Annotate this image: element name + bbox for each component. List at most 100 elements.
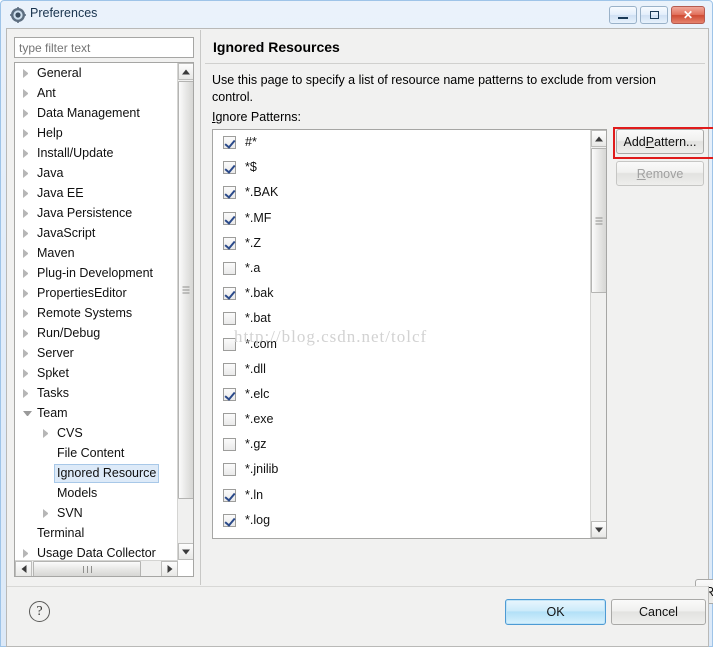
- sidebar-item-server[interactable]: Server: [15, 343, 178, 363]
- sidebar-item-tasks[interactable]: Tasks: [15, 383, 178, 403]
- sidebar-item-ignored-resource[interactable]: Ignored Resource: [15, 463, 178, 483]
- pattern-checkbox[interactable]: [223, 136, 236, 149]
- sidebar-item-maven[interactable]: Maven: [15, 243, 178, 263]
- chevron-right-icon[interactable]: [23, 349, 32, 358]
- add-pattern-button[interactable]: Add Pattern...: [616, 129, 704, 154]
- chevron-down-icon[interactable]: [23, 411, 32, 420]
- chevron-right-icon[interactable]: [43, 509, 52, 518]
- pattern-checkbox[interactable]: [223, 413, 236, 427]
- chevron-right-icon[interactable]: [23, 249, 32, 258]
- title-bar[interactable]: Preferences ✕: [1, 1, 713, 28]
- sidebar-item-java-ee[interactable]: Java EE: [15, 183, 178, 203]
- chevron-right-icon[interactable]: [23, 89, 32, 98]
- cancel-button[interactable]: Cancel: [611, 599, 706, 625]
- pattern-checkbox[interactable]: [223, 211, 236, 225]
- pattern-row[interactable]: *.MF: [213, 206, 591, 231]
- sidebar-item-file-content[interactable]: File Content: [15, 443, 178, 463]
- chevron-right-icon[interactable]: [23, 329, 32, 338]
- pattern-checkbox[interactable]: [223, 362, 236, 376]
- pattern-row[interactable]: *.a: [213, 256, 591, 281]
- tree-vertical-scrollbar[interactable]: [177, 63, 193, 560]
- sidebar-item-plug-in-development[interactable]: Plug-in Development: [15, 263, 178, 283]
- sidebar-item-cvs[interactable]: CVS: [15, 423, 178, 443]
- pattern-row[interactable]: *.gz: [213, 432, 591, 457]
- maximize-button[interactable]: [640, 6, 668, 24]
- chevron-right-icon[interactable]: [23, 369, 32, 378]
- chevron-right-icon[interactable]: [23, 289, 32, 298]
- chevron-right-icon[interactable]: [43, 429, 52, 438]
- tree-hscroll-thumb[interactable]: [33, 561, 141, 576]
- chevron-right-icon[interactable]: [23, 309, 32, 318]
- pattern-row[interactable]: *.exe: [213, 407, 591, 432]
- pattern-checkbox[interactable]: [223, 513, 236, 527]
- pattern-checkbox[interactable]: [223, 337, 236, 351]
- tree-scroll-left-button[interactable]: [15, 561, 32, 576]
- sidebar-item-terminal[interactable]: Terminal: [15, 523, 178, 543]
- pattern-row[interactable]: *.elc: [213, 382, 591, 407]
- filter-input[interactable]: [14, 37, 194, 58]
- tree-scroll-up-button[interactable]: [178, 63, 193, 80]
- pattern-checkbox[interactable]: [223, 312, 236, 326]
- chevron-right-icon[interactable]: [23, 209, 32, 218]
- patterns-scroll-down-button[interactable]: [591, 521, 606, 538]
- sidebar-item-run-debug[interactable]: Run/Debug: [15, 323, 178, 343]
- tree-scroll-down-button[interactable]: [178, 543, 193, 560]
- sidebar-item-javascript[interactable]: JavaScript: [15, 223, 178, 243]
- pattern-row[interactable]: *.Z: [213, 231, 591, 256]
- chevron-right-icon[interactable]: [23, 549, 32, 558]
- pattern-checkbox[interactable]: [223, 463, 236, 477]
- chevron-right-icon[interactable]: [23, 109, 32, 118]
- chevron-right-icon[interactable]: [23, 169, 32, 178]
- pattern-row[interactable]: *.ln: [213, 483, 591, 508]
- pattern-row[interactable]: *.jnilib: [213, 457, 591, 482]
- sidebar-item-remote-systems[interactable]: Remote Systems: [15, 303, 178, 323]
- tree-scroll-right-button[interactable]: [161, 561, 178, 576]
- pattern-row[interactable]: *.dll: [213, 357, 591, 382]
- patterns-scroll-thumb[interactable]: [591, 148, 606, 293]
- sidebar-item-java[interactable]: Java: [15, 163, 178, 183]
- pattern-row[interactable]: *.BAK: [213, 180, 591, 205]
- pattern-checkbox[interactable]: [223, 161, 236, 175]
- pattern-row[interactable]: *$: [213, 155, 591, 180]
- sidebar-item-help[interactable]: Help: [15, 123, 178, 143]
- pattern-checkbox[interactable]: [223, 287, 236, 301]
- patterns-vertical-scrollbar[interactable]: [590, 130, 606, 538]
- pattern-checkbox[interactable]: [223, 186, 236, 200]
- chevron-right-icon[interactable]: [23, 69, 32, 78]
- pattern-checkbox[interactable]: [223, 261, 236, 275]
- sidebar-item-ant[interactable]: Ant: [15, 83, 178, 103]
- pattern-checkbox[interactable]: [223, 488, 236, 502]
- sidebar-item-java-persistence[interactable]: Java Persistence: [15, 203, 178, 223]
- pattern-row[interactable]: *.log: [213, 508, 591, 533]
- chevron-right-icon[interactable]: [23, 229, 32, 238]
- chevron-right-icon[interactable]: [23, 269, 32, 278]
- pattern-checkbox[interactable]: [223, 438, 236, 452]
- sidebar-item-propertieseditor[interactable]: PropertiesEditor: [15, 283, 178, 303]
- pattern-row[interactable]: *.bat: [213, 306, 591, 331]
- pattern-checkbox[interactable]: [223, 236, 236, 250]
- sidebar-item-models[interactable]: Models: [15, 483, 178, 503]
- chevron-right-icon[interactable]: [23, 389, 32, 398]
- sidebar-item-svn[interactable]: SVN: [15, 503, 178, 523]
- sidebar-item-general[interactable]: General: [15, 63, 178, 83]
- pattern-row[interactable]: *.bak: [213, 281, 591, 306]
- tree-item-list[interactable]: General Ant Data Management Help Install/Upd…: [15, 63, 178, 560]
- ok-button[interactable]: OK: [505, 599, 606, 625]
- pattern-row[interactable]: *.com: [213, 332, 591, 357]
- sidebar-item-install-update[interactable]: Install/Update: [15, 143, 178, 163]
- pattern-row[interactable]: #*: [213, 130, 591, 155]
- chevron-right-icon[interactable]: [23, 129, 32, 138]
- patterns-scroll-up-button[interactable]: [591, 130, 606, 147]
- pattern-checkbox[interactable]: [223, 387, 236, 401]
- chevron-right-icon[interactable]: [23, 189, 32, 198]
- pattern-rows[interactable]: #* *$ *.BAK *.MF *.Z *.a *.bak *.bat *.com *.dll *…: [213, 130, 591, 538]
- sidebar-item-data-management[interactable]: Data Management: [15, 103, 178, 123]
- tree-scroll-thumb[interactable]: [178, 81, 193, 499]
- pattern-row[interactable]: *.o: [213, 533, 591, 538]
- sidebar-item-team[interactable]: Team: [15, 403, 178, 423]
- chevron-right-icon[interactable]: [23, 149, 32, 158]
- sidebar-item-usage-data-collector[interactable]: Usage Data Collector: [15, 543, 178, 560]
- sidebar-item-spket[interactable]: Spket: [15, 363, 178, 383]
- close-button[interactable]: ✕: [671, 6, 705, 24]
- help-icon[interactable]: ?: [29, 601, 50, 622]
